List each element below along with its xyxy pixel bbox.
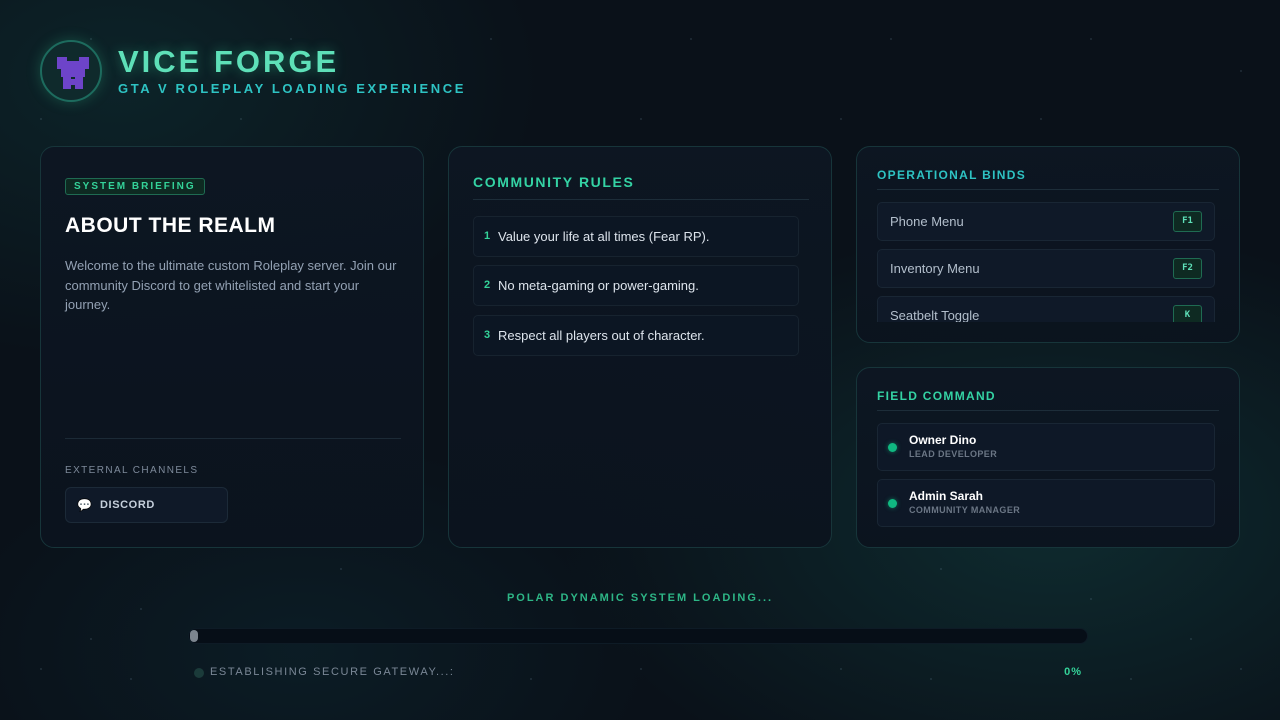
staff-member: Admin Sarah COMMUNITY MANAGER (877, 479, 1215, 527)
staff-name: Admin Sarah (909, 489, 984, 503)
rule-text: Value your life at all times (Fear RP). (498, 229, 710, 244)
creeper-mask-icon (55, 55, 91, 91)
rule-text: No meta-gaming or power-gaming. (498, 278, 699, 293)
chat-bubble-icon: 💬 (77, 498, 92, 512)
progress-bar (188, 628, 1088, 644)
staff-card: FIELD COMMAND Owner Dino LEAD DEVELOPER … (856, 367, 1240, 548)
binds-card: OPERATIONAL BINDS Phone Menu F1 Inventor… (856, 146, 1240, 343)
key-badge: F1 (1173, 211, 1202, 232)
staff-divider (877, 410, 1219, 411)
rules-divider (473, 199, 809, 200)
rule-number: 2 (484, 279, 491, 291)
online-status-dot (888, 443, 897, 452)
staff-name: Owner Dino (909, 433, 977, 447)
loading-status-text: ESTABLISHING SECURE GATEWAY...: (210, 666, 455, 678)
bind-label: Seatbelt Toggle (890, 308, 980, 322)
external-channels-label: EXTERNAL CHANNELS (65, 465, 199, 476)
brand-logo (40, 40, 102, 102)
staff-role: COMMUNITY MANAGER (909, 505, 1021, 515)
rule-item: 2 No meta-gaming or power-gaming. (473, 265, 799, 306)
brand-title: VICE FORGE (118, 44, 340, 79)
bind-item-phone-menu: Phone Menu F1 (877, 202, 1215, 241)
binds-title: OPERATIONAL BINDS (877, 168, 1026, 182)
progress-fill (190, 630, 198, 642)
status-indicator-dot (194, 668, 204, 678)
rule-number: 3 (484, 329, 491, 341)
rules-title: COMMUNITY RULES (473, 174, 635, 190)
key-badge: F2 (1173, 258, 1202, 279)
key-badge: K (1173, 305, 1202, 322)
rule-item: 1 Value your life at all times (Fear RP)… (473, 216, 799, 257)
about-card: SYSTEM BRIEFING ABOUT THE REALM Welcome … (40, 146, 424, 548)
about-description: Welcome to the ultimate custom Roleplay … (65, 258, 397, 312)
about-title: ABOUT THE REALM (65, 214, 276, 237)
loading-label: POLAR DYNAMIC SYSTEM LOADING... (506, 592, 774, 604)
system-briefing-badge: SYSTEM BRIEFING (65, 178, 205, 195)
staff-role: LEAD DEVELOPER (909, 449, 998, 459)
binds-divider (877, 189, 1219, 190)
staff-member: Owner Dino LEAD DEVELOPER (877, 423, 1215, 471)
binds-list[interactable]: Phone Menu F1 Inventory Menu F2 Seatbelt… (877, 202, 1215, 322)
rule-text: Respect all players out of character. (498, 328, 705, 343)
rule-item: 3 Respect all players out of character. (473, 315, 799, 356)
online-status-dot (888, 499, 897, 508)
rule-number: 1 (484, 230, 491, 242)
brand-subtitle: GTA V ROLEPLAY LOADING EXPERIENCE (118, 81, 467, 96)
discord-label: DISCORD (100, 499, 155, 511)
staff-title: FIELD COMMAND (877, 389, 996, 403)
bind-label: Phone Menu (890, 214, 964, 229)
bind-item-seatbelt-toggle: Seatbelt Toggle K (877, 296, 1215, 322)
bind-label: Inventory Menu (890, 261, 980, 276)
loading-percent: 0% (1064, 666, 1082, 678)
about-divider (65, 438, 401, 439)
bind-item-inventory-menu: Inventory Menu F2 (877, 249, 1215, 288)
rules-card: COMMUNITY RULES 1 Value your life at all… (448, 146, 832, 548)
discord-button[interactable]: 💬 DISCORD (65, 487, 228, 523)
